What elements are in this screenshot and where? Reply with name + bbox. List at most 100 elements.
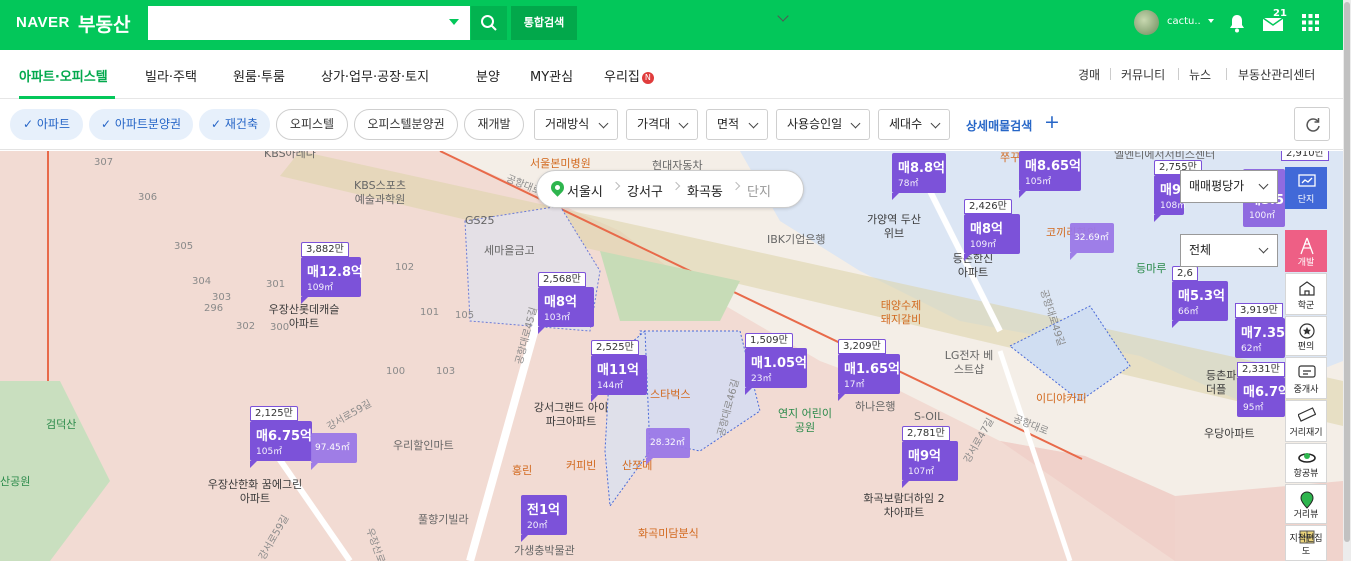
tab-apartment-officetel[interactable]: 아파트·오피스텔 xyxy=(19,66,108,85)
dropdown-household-count[interactable]: 세대수 xyxy=(878,109,950,140)
nav-news[interactable]: 뉴스 xyxy=(1189,66,1211,83)
apt-label[interactable]: 우장산한화 꿈에그린아파트 xyxy=(205,478,305,506)
listing-marker[interactable]: 전1억 20㎡ xyxy=(521,495,567,542)
avatar[interactable] xyxy=(1134,10,1159,35)
location-dong[interactable]: 화곡동 xyxy=(687,181,723,200)
tab-our-house[interactable]: 우리집 N xyxy=(604,66,654,85)
refresh-button[interactable] xyxy=(1294,107,1330,141)
apps-grid-icon[interactable] xyxy=(1302,14,1319,31)
mountain-label[interactable]: 검덕산 xyxy=(46,418,76,432)
chip-apartment-presale-right[interactable]: ✓ 아파트분양권 xyxy=(89,109,193,140)
dropdown-price-range[interactable]: 가격대 xyxy=(626,109,698,140)
location-district[interactable]: 강서구 xyxy=(627,181,663,200)
service-logo[interactable]: 부동산 xyxy=(78,10,130,37)
toolbar-development-button[interactable]: 개발 xyxy=(1285,230,1327,272)
chip-redevelopment[interactable]: 재개발 xyxy=(464,109,524,140)
listing-marker[interactable]: 2,568만 매8억 103㎡ xyxy=(538,272,594,334)
poi-label[interactable]: 태양수제 돼지갈비 xyxy=(876,299,926,327)
apt-label[interactable]: 강서그랜드 아이파크아파트 xyxy=(530,401,612,429)
listing-marker[interactable]: 1,509만 매1.05억 23㎡ xyxy=(745,333,807,395)
plus-icon[interactable]: + xyxy=(1044,111,1060,133)
tab-presale[interactable]: 분양 xyxy=(476,66,500,85)
poi-label[interactable]: KBS아레나 xyxy=(264,151,316,161)
poi-label[interactable]: 가생충박물관 xyxy=(514,544,575,558)
apt-label[interactable]: 화곡보람더하임 2차아파트 xyxy=(862,492,946,520)
listing-marker[interactable]: 2,781만 매9억 107㎡ xyxy=(902,426,958,488)
apt-label[interactable]: 가양역 두산위브 xyxy=(866,213,922,241)
price-type-select[interactable]: 매매평당가 xyxy=(1180,170,1278,203)
poi-label[interactable]: 스타벅스 xyxy=(650,388,690,402)
chip-officetel-presale-right[interactable]: 오피스텔분양권 xyxy=(354,109,458,140)
park-label[interactable]: 연지 어린이공원 xyxy=(776,407,834,435)
toolbar-school-button[interactable]: 학군 xyxy=(1285,273,1327,315)
map-canvas[interactable]: KBS아레나 KBS스포츠 예술과학원 GS25 세마을금고 IBK기업은행 서… xyxy=(0,151,1343,561)
tab-commercial[interactable]: 상가·업무·공장·토지 xyxy=(321,66,429,85)
chip-apartment[interactable]: ✓ 아파트 xyxy=(10,109,83,140)
nav-management-center[interactable]: 부동산관리센터 xyxy=(1238,66,1315,83)
apt-label[interactable]: 우당아파트 xyxy=(1204,427,1255,441)
dropdown-trade-type[interactable]: 거래방식 xyxy=(534,109,618,140)
listing-marker[interactable]: 3,882만 매12.8억 109㎡ xyxy=(301,242,363,304)
poi-label[interactable]: 커피빈 xyxy=(566,459,596,473)
chip-reconstruction[interactable]: ✓ 재건축 xyxy=(199,109,270,140)
poi-label[interactable]: 하나은행 xyxy=(855,400,895,414)
poi-label[interactable]: 등마루 xyxy=(1136,262,1166,276)
poi-label[interactable]: 홍린 xyxy=(512,464,532,478)
cluster-marker[interactable]: 97.45㎡ xyxy=(311,433,357,470)
poi-label[interactable]: LG전자 베스트샵 xyxy=(944,349,994,377)
toolbar-distance-button[interactable]: 거리재기 xyxy=(1285,400,1327,442)
detail-search-link[interactable]: 상세매물검색 xyxy=(966,117,1032,134)
dropdown-area[interactable]: 면적 xyxy=(706,109,768,140)
naver-logo[interactable]: NAVER xyxy=(16,14,70,31)
listing-marker[interactable]: 매6.7억 95㎡ xyxy=(1237,377,1285,417)
search-dropdown-icon[interactable] xyxy=(449,19,459,25)
poi-label[interactable]: 쭈꾸 xyxy=(1000,151,1020,165)
park-label[interactable]: 산공원 xyxy=(0,475,30,489)
poi-label[interactable]: GS25 xyxy=(465,214,495,228)
location-breadcrumb[interactable]: 서울시 강서구 화곡동 단지 xyxy=(536,170,804,208)
apt-label[interactable]: 등촌한신 아파트 xyxy=(950,252,996,280)
search-input[interactable] xyxy=(148,6,470,40)
listing-marker[interactable]: 매8.8억 78㎡ xyxy=(892,153,946,200)
poi-label[interactable]: 세마을금고 xyxy=(484,244,535,258)
listing-marker[interactable]: 매8.65억 105㎡ xyxy=(1019,151,1081,198)
nav-auction[interactable]: 경매 xyxy=(1078,66,1100,83)
location-city[interactable]: 서울시 xyxy=(567,181,603,200)
toolbar-convenience-button[interactable]: 편의 xyxy=(1285,316,1327,356)
marker-price-label[interactable]: 2,910만 xyxy=(1281,151,1329,161)
tab-oneroom-tworoom[interactable]: 원룸·투룸 xyxy=(233,66,285,85)
nav-community[interactable]: 커뮤니티 xyxy=(1121,66,1165,83)
cluster-marker[interactable]: 28.32㎡ xyxy=(646,428,690,465)
listing-marker[interactable]: 2,6 매5.3억 66㎡ xyxy=(1172,266,1228,328)
tab-villa-house[interactable]: 빌라·주택 xyxy=(145,66,197,85)
chip-officetel[interactable]: 오피스텔 xyxy=(276,109,348,140)
username[interactable]: cactu.. xyxy=(1167,16,1201,27)
user-menu-caret-icon[interactable] xyxy=(1208,19,1214,23)
poi-label[interactable]: 우리할인마트 xyxy=(393,439,454,453)
listing-marker[interactable]: 매7.35억62㎡ xyxy=(1235,318,1285,358)
poi-label[interactable]: S-OIL xyxy=(914,410,943,424)
toolbar-aerial-button[interactable]: 항공뷰 xyxy=(1285,443,1327,483)
toolbar-street-view-button[interactable]: 거리뷰 xyxy=(1285,484,1327,524)
poi-label[interactable]: 서울본미병원 xyxy=(530,157,591,171)
location-type[interactable]: 단지 xyxy=(747,181,771,200)
bell-icon[interactable] xyxy=(1228,13,1246,33)
poi-label[interactable]: 화곡미담분식 xyxy=(638,527,699,541)
poi-label[interactable]: KBS스포츠 예술과학원 xyxy=(350,179,410,207)
listing-marker[interactable]: 3,209만 매1.65억 17㎡ xyxy=(838,339,900,401)
listing-marker[interactable]: 2,426만 매8억 109㎡ xyxy=(964,199,1020,261)
toolbar-agent-button[interactable]: 중개사 xyxy=(1285,357,1327,399)
listing-marker[interactable]: 2,125만 매6.75억 105㎡ xyxy=(250,406,312,468)
search-button[interactable] xyxy=(471,6,507,40)
toolbar-complex-button[interactable]: 단지 xyxy=(1285,167,1327,209)
cluster-marker[interactable]: 32.69㎡ xyxy=(1070,223,1114,260)
listing-marker[interactable]: 2,525만 매11억 144㎡ xyxy=(591,340,647,402)
poi-label[interactable]: 풀향기빌라 xyxy=(418,513,469,527)
poi-label[interactable]: IBK기업은행 xyxy=(767,233,825,247)
scope-select[interactable]: 전체 xyxy=(1180,234,1278,267)
marker-price-label[interactable]: 2,331만 xyxy=(1237,362,1285,377)
toolbar-cadastral-button[interactable]: 지적편집도 xyxy=(1285,525,1327,561)
marker-price-label[interactable]: 3,919만 xyxy=(1235,303,1283,318)
poi-label[interactable]: 이디야커피 xyxy=(1036,392,1087,406)
scrollbar-thumb[interactable] xyxy=(1344,2,1350,542)
